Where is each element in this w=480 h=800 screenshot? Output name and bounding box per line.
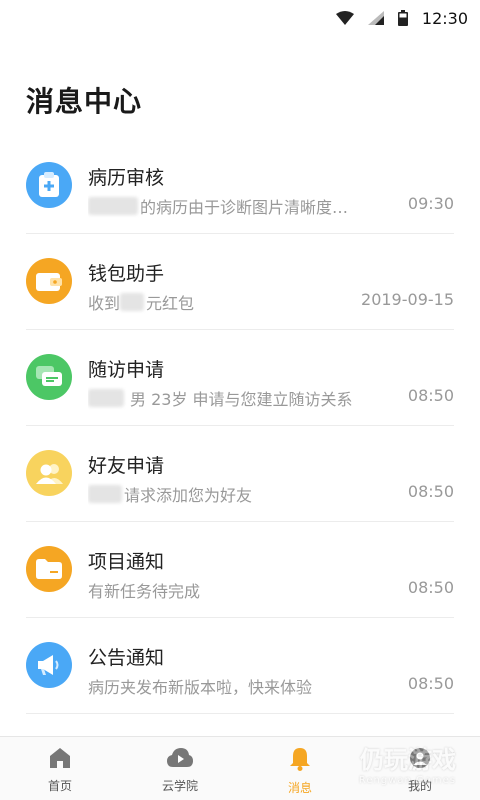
tab-label: 首页 <box>47 779 72 793</box>
tab-label: 消息 <box>287 781 312 795</box>
bell-icon <box>289 747 311 775</box>
message-title: 好友申请 <box>88 455 165 477</box>
message-preview: 男 23岁 申请与您建立随访关系 <box>88 386 353 410</box>
message-item-announcement[interactable]: 公告通知 病历夹发布新版本啦，快来体验 08:50 <box>26 618 454 714</box>
wallet-icon <box>26 258 72 304</box>
medical-record-icon <box>26 162 72 208</box>
message-title: 病历审核 <box>88 167 165 189</box>
chat-icon <box>26 354 72 400</box>
profile-icon <box>409 747 431 773</box>
redacted-name <box>88 485 122 503</box>
message-preview: 有新任务待完成 <box>88 582 201 601</box>
message-preview: 的病历由于诊断图片清晰度… <box>88 194 348 218</box>
message-item-project-notice[interactable]: 项目通知 有新任务待完成 08:50 <box>26 522 454 618</box>
message-title: 随访申请 <box>88 359 165 381</box>
cloud-play-icon <box>167 747 193 773</box>
message-item-friend-request[interactable]: 好友申请 请求添加您为好友 08:50 <box>26 426 454 522</box>
message-time: 08:50 <box>407 578 454 597</box>
message-title: 钱包助手 <box>88 263 165 285</box>
status-time: 12:30 <box>421 8 468 28</box>
bottom-tab-bar: 首页 云学院 消息 我的 <box>0 736 480 800</box>
tab-cloud-academy[interactable]: 云学院 <box>120 737 240 800</box>
message-preview: 收到 元红包 <box>88 293 195 313</box>
tab-label: 云学院 <box>161 779 198 793</box>
message-item-wallet[interactable]: 钱包助手 收到 元红包 2019-09-15 <box>26 234 454 330</box>
message-time: 2019-09-15 <box>361 290 454 309</box>
tab-messages[interactable]: 消息 <box>240 737 360 800</box>
redacted-amount <box>120 293 145 311</box>
tab-profile[interactable]: 我的 <box>360 737 480 800</box>
message-preview: 病历夹发布新版本啦，快来体验 <box>88 678 313 697</box>
battery-icon <box>397 10 408 26</box>
redacted-name <box>88 389 124 407</box>
home-icon <box>49 747 71 773</box>
message-time: 09:30 <box>407 194 454 213</box>
wifi-icon <box>335 11 354 25</box>
tab-home[interactable]: 首页 <box>0 737 120 800</box>
message-list: 病历审核 的病历由于诊断图片清晰度… 09:30 钱包助手 收到 元红包 201… <box>0 138 480 714</box>
message-title: 公告通知 <box>88 647 165 669</box>
megaphone-icon <box>26 642 72 688</box>
redacted-name <box>88 197 138 215</box>
message-item-followup-request[interactable]: 随访申请 男 23岁 申请与您建立随访关系 08:50 <box>26 330 454 426</box>
tab-label: 我的 <box>407 779 432 793</box>
message-time: 08:50 <box>407 386 454 405</box>
friends-icon <box>26 450 72 496</box>
message-time: 08:50 <box>407 482 454 501</box>
message-time: 08:50 <box>407 674 454 693</box>
status-bar: 12:30 <box>0 0 480 36</box>
page-title: 消息中心 <box>26 85 143 118</box>
signal-icon <box>367 11 384 25</box>
message-preview: 请求添加您为好友 <box>88 482 252 506</box>
message-item-record-review[interactable]: 病历审核 的病历由于诊断图片清晰度… 09:30 <box>26 138 454 234</box>
folder-icon <box>26 546 72 592</box>
message-title: 项目通知 <box>88 551 165 573</box>
